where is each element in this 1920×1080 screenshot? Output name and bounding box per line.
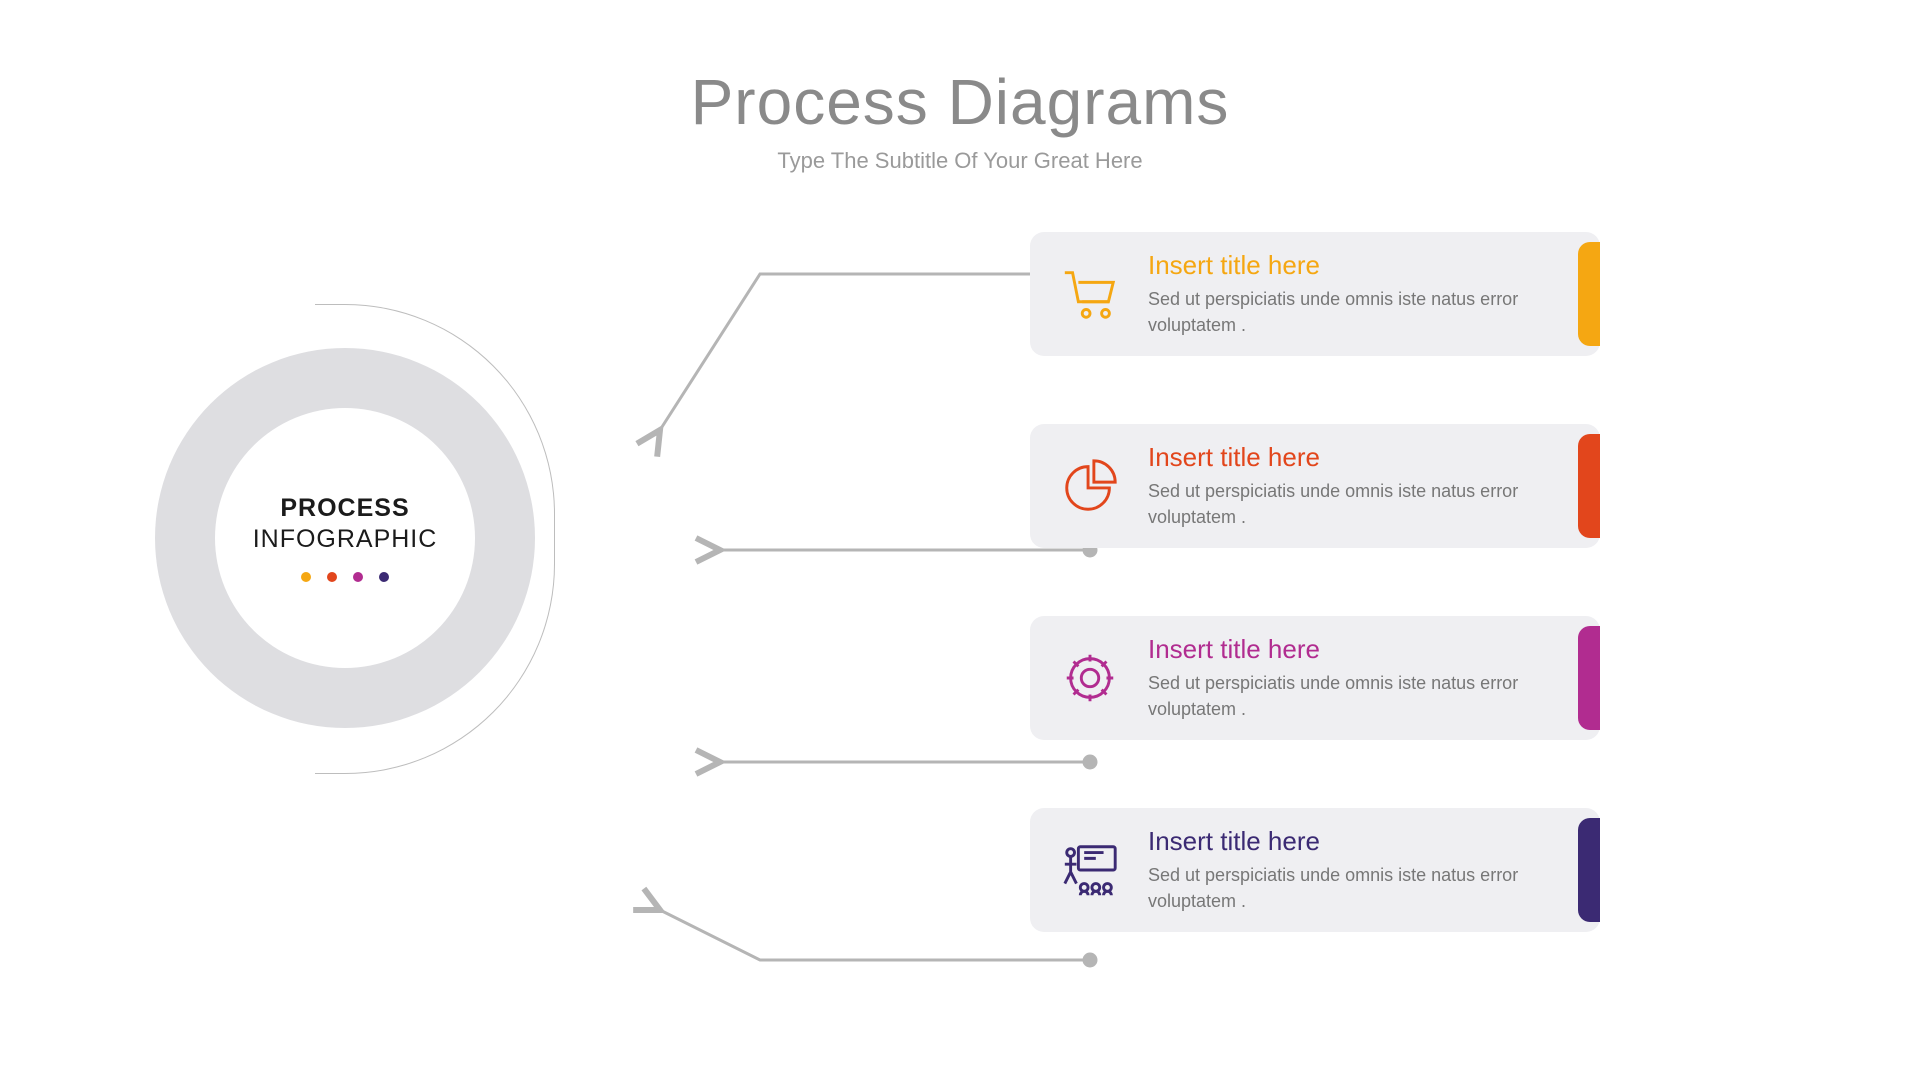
- card-3-desc: Sed ut perspiciatis unde omnis iste natu…: [1148, 671, 1576, 721]
- card-1: Insert title here Sed ut perspiciatis un…: [1030, 232, 1600, 356]
- card-2-tab: [1578, 434, 1600, 538]
- dot-4: [379, 572, 389, 582]
- card-4: Insert title here Sed ut perspiciatis un…: [1030, 808, 1600, 932]
- card-4-title: Insert title here: [1148, 826, 1576, 857]
- center-text: PROCESS INFOGRAPHIC: [155, 348, 535, 728]
- presentation-icon: [1050, 830, 1130, 910]
- dot-3: [353, 572, 363, 582]
- card-1-title: Insert title here: [1148, 250, 1576, 281]
- pie-chart-icon: [1050, 446, 1130, 526]
- card-1-desc: Sed ut perspiciatis unde omnis iste natu…: [1148, 287, 1576, 337]
- center-graphic: PROCESS INFOGRAPHIC: [185, 308, 705, 828]
- card-1-tab: [1578, 242, 1600, 346]
- card-list: Insert title here Sed ut perspiciatis un…: [1030, 232, 1600, 932]
- dot-1: [301, 572, 311, 582]
- page-subtitle: Type The Subtitle Of Your Great Here: [0, 148, 1920, 174]
- center-dots: [301, 572, 389, 582]
- slide: Process Diagrams Type The Subtitle Of Yo…: [0, 0, 1920, 1080]
- card-4-desc: Sed ut perspiciatis unde omnis iste natu…: [1148, 863, 1576, 913]
- cart-icon: [1050, 254, 1130, 334]
- center-line1: PROCESS: [280, 494, 409, 523]
- gear-icon: [1050, 638, 1130, 718]
- page-title: Process Diagrams: [0, 65, 1920, 139]
- card-3-title: Insert title here: [1148, 634, 1576, 665]
- card-3: Insert title here Sed ut perspiciatis un…: [1030, 616, 1600, 740]
- card-2: Insert title here Sed ut perspiciatis un…: [1030, 424, 1600, 548]
- card-2-title: Insert title here: [1148, 442, 1576, 473]
- center-line2: INFOGRAPHIC: [253, 525, 438, 554]
- card-3-tab: [1578, 626, 1600, 730]
- card-4-tab: [1578, 818, 1600, 922]
- dot-2: [327, 572, 337, 582]
- card-2-desc: Sed ut perspiciatis unde omnis iste natu…: [1148, 479, 1576, 529]
